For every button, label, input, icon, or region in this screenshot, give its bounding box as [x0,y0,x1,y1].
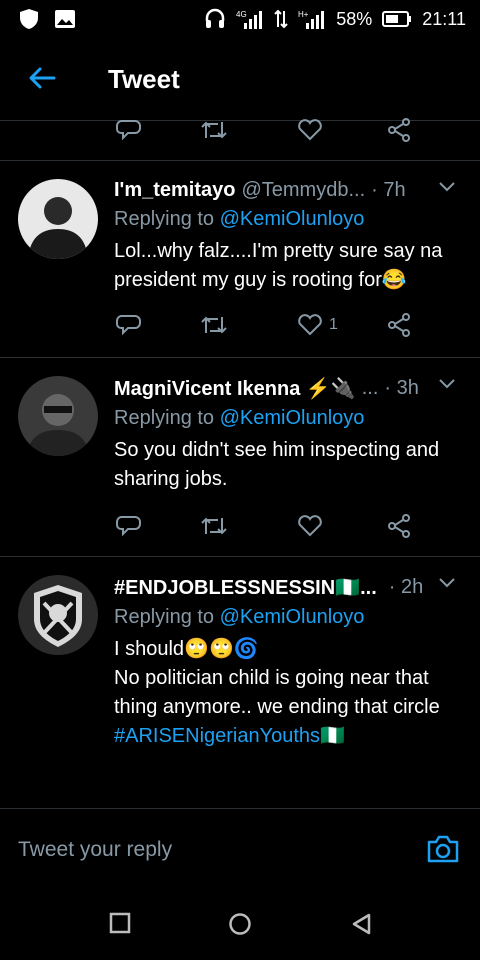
chevron-down-icon[interactable] [438,181,456,193]
replying-to: Replying to @KemiOlunloyo [114,606,464,629]
display-name[interactable]: MagniVicent Ikenna ⚡🔌 [114,376,356,401]
display-name[interactable]: I'm_temitayo [114,179,235,202]
battery-icon [382,11,412,27]
like-count: 1 [329,316,338,333]
back-icon[interactable] [350,912,372,936]
shield-icon [20,9,38,29]
tweet-text: I should🙄🙄🌀 No politician child is going… [114,635,464,751]
retweet-icon[interactable] [200,313,228,337]
chevron-down-icon[interactable] [438,378,456,390]
tweet-time: · 3h [384,377,419,399]
battery-percent: 58% [336,8,373,29]
system-nav-bar [0,896,480,960]
image-icon [55,10,75,28]
page-title: Tweet [108,64,180,94]
share-icon[interactable] [386,313,412,337]
reply-mention[interactable]: @KemiOlunloyo [220,407,365,429]
home-icon[interactable] [228,912,252,936]
avatar[interactable] [18,376,98,456]
tweet-actions [0,514,480,544]
svg-text:4G: 4G [236,10,247,19]
reply-input[interactable]: Tweet your reply [18,838,172,862]
data-icon [274,9,288,29]
retweet-icon[interactable] [200,514,228,538]
replying-to: Replying to @KemiOlunloyo [114,407,464,430]
tweet-text: Lol...why falz....I'm pretty sure say na… [114,240,443,291]
tweet-item[interactable]: MagniVicent Ikenna ⚡🔌 ... · 3h Replying … [0,358,480,556]
display-name[interactable]: #ENDJOBLESSNESSIN🇳🇬... [114,575,377,600]
like-button[interactable]: 1 [297,313,338,337]
like-icon[interactable] [297,514,323,538]
back-arrow-icon[interactable] [28,66,56,90]
tweet-text-line: No politician child is going near that t… [114,667,440,718]
replying-to: Replying to @KemiOlunloyo [114,208,464,231]
share-icon[interactable] [386,118,412,142]
reply-mention[interactable]: @KemiOlunloyo [220,208,365,230]
hashtag-link[interactable]: #ARISENigerianYouths🇳🇬 [114,722,464,751]
headphones-icon [206,8,225,28]
signal-icon: H+ [298,10,325,29]
tweet-time: · 7h [371,179,406,201]
user-handle[interactable]: @Temmydb... [241,179,365,202]
tweet-time: · 2h [388,576,424,598]
avatar[interactable] [18,179,98,259]
reply-icon[interactable] [116,118,142,142]
user-handle[interactable]: ... [362,377,379,400]
like-icon [298,314,322,336]
like-icon[interactable] [297,118,323,142]
reply-prefix: Replying to [114,606,220,628]
tweet-item[interactable]: I'm_temitayo @Temmydb... · 7h Replying t… [0,161,480,357]
avatar[interactable] [18,575,98,655]
share-icon[interactable] [386,514,412,538]
svg-text:H+: H+ [298,10,309,19]
signal-icon: 4G [236,10,263,29]
camera-icon[interactable] [426,834,460,864]
reply-icon[interactable] [116,313,142,337]
tweet-item[interactable]: #ENDJOBLESSNESSIN🇳🇬... · 2h Replying to … [0,557,480,807]
reply-mention[interactable]: @KemiOlunloyo [220,606,365,628]
chevron-down-icon[interactable] [438,577,456,589]
tweet-text-line: I should🙄🙄🌀 [114,638,259,660]
reply-prefix: Replying to [114,407,220,429]
reply-prefix: Replying to [114,208,220,230]
tweet-actions: 1 [0,313,480,343]
reply-icon[interactable] [116,514,142,538]
recents-icon[interactable] [109,912,131,934]
previous-tweet-actions [0,118,480,148]
app-header: Tweet [0,38,480,120]
status-bar: 4G H+ 58% 21:11 [0,0,480,38]
retweet-icon[interactable] [200,118,228,142]
clock: 21:11 [422,8,466,29]
reply-composer[interactable]: Tweet your reply [0,808,480,896]
tweet-text: So you didn't see him inspecting and sha… [114,439,440,490]
